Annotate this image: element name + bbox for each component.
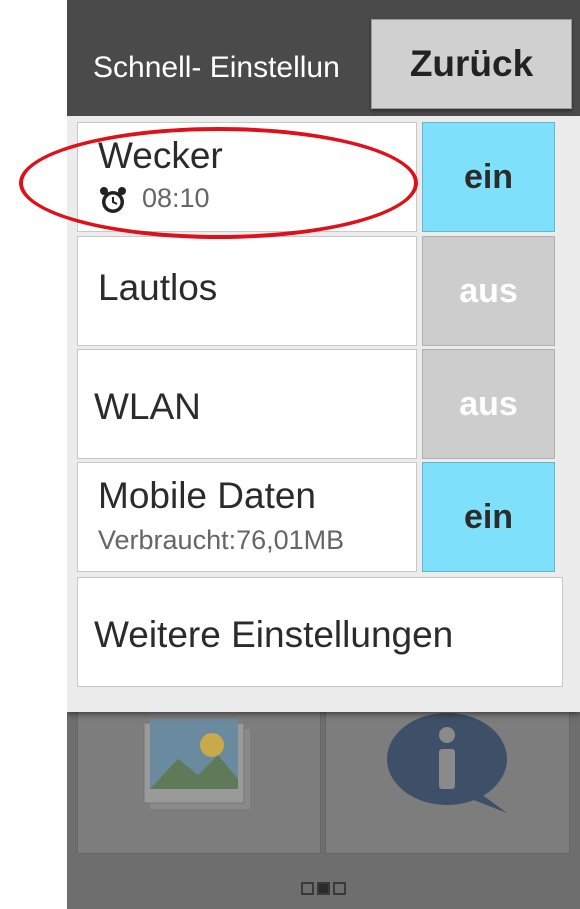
page-dot[interactable] [301, 881, 314, 895]
page-indicator [67, 876, 580, 900]
setting-row-silent: Lautlos aus [77, 236, 555, 346]
more-settings-label: Weitere Einstellungen [94, 614, 454, 655]
page-title: Schnell- Einstellun [93, 51, 340, 84]
setting-row-mobile-data: Mobile Daten Verbraucht:76,01MB ein [77, 462, 555, 572]
setting-label: WLAN [94, 386, 201, 427]
setting-row-wlan: WLAN aus [77, 349, 555, 459]
setting-label: Mobile Daten [98, 475, 317, 516]
page-dot[interactable] [333, 881, 346, 895]
more-settings-button[interactable]: Weitere Einstellungen [77, 577, 563, 687]
setting-label: Wecker [98, 135, 223, 176]
alarm-setting-cell[interactable]: Wecker 08:10 [77, 122, 417, 232]
info-icon [387, 713, 507, 813]
alarm-time: 08:10 [142, 183, 210, 213]
panel-header: Schnell- Einstellun Zurück [67, 0, 580, 116]
mobile-data-toggle[interactable]: ein [422, 462, 555, 572]
gallery-icon [143, 719, 250, 809]
page-dot-active[interactable] [317, 881, 330, 895]
phone-screen: Schnell- Einstellun Zurück Wecker 08:10 … [67, 0, 580, 909]
data-usage-label: Verbraucht:76,01MB [98, 525, 345, 555]
silent-setting-cell[interactable]: Lautlos [77, 236, 417, 346]
silent-toggle[interactable]: aus [422, 236, 555, 346]
info-tile[interactable] [325, 710, 570, 854]
home-screen-background [67, 710, 580, 909]
mobile-data-setting-cell[interactable]: Mobile Daten Verbraucht:76,01MB [77, 462, 417, 572]
alarm-clock-icon [100, 186, 126, 213]
alarm-toggle[interactable]: ein [422, 122, 555, 232]
wlan-setting-cell[interactable]: WLAN [77, 349, 417, 459]
setting-label: Lautlos [98, 267, 218, 308]
setting-row-alarm: Wecker 08:10 ein [77, 122, 555, 232]
gallery-tile[interactable] [77, 710, 321, 854]
setting-sublabel: 08:10 [98, 183, 210, 215]
quick-settings-panel: Schnell- Einstellun Zurück Wecker 08:10 … [67, 0, 580, 712]
wlan-toggle[interactable]: aus [422, 349, 555, 459]
back-button[interactable]: Zurück [371, 19, 572, 109]
